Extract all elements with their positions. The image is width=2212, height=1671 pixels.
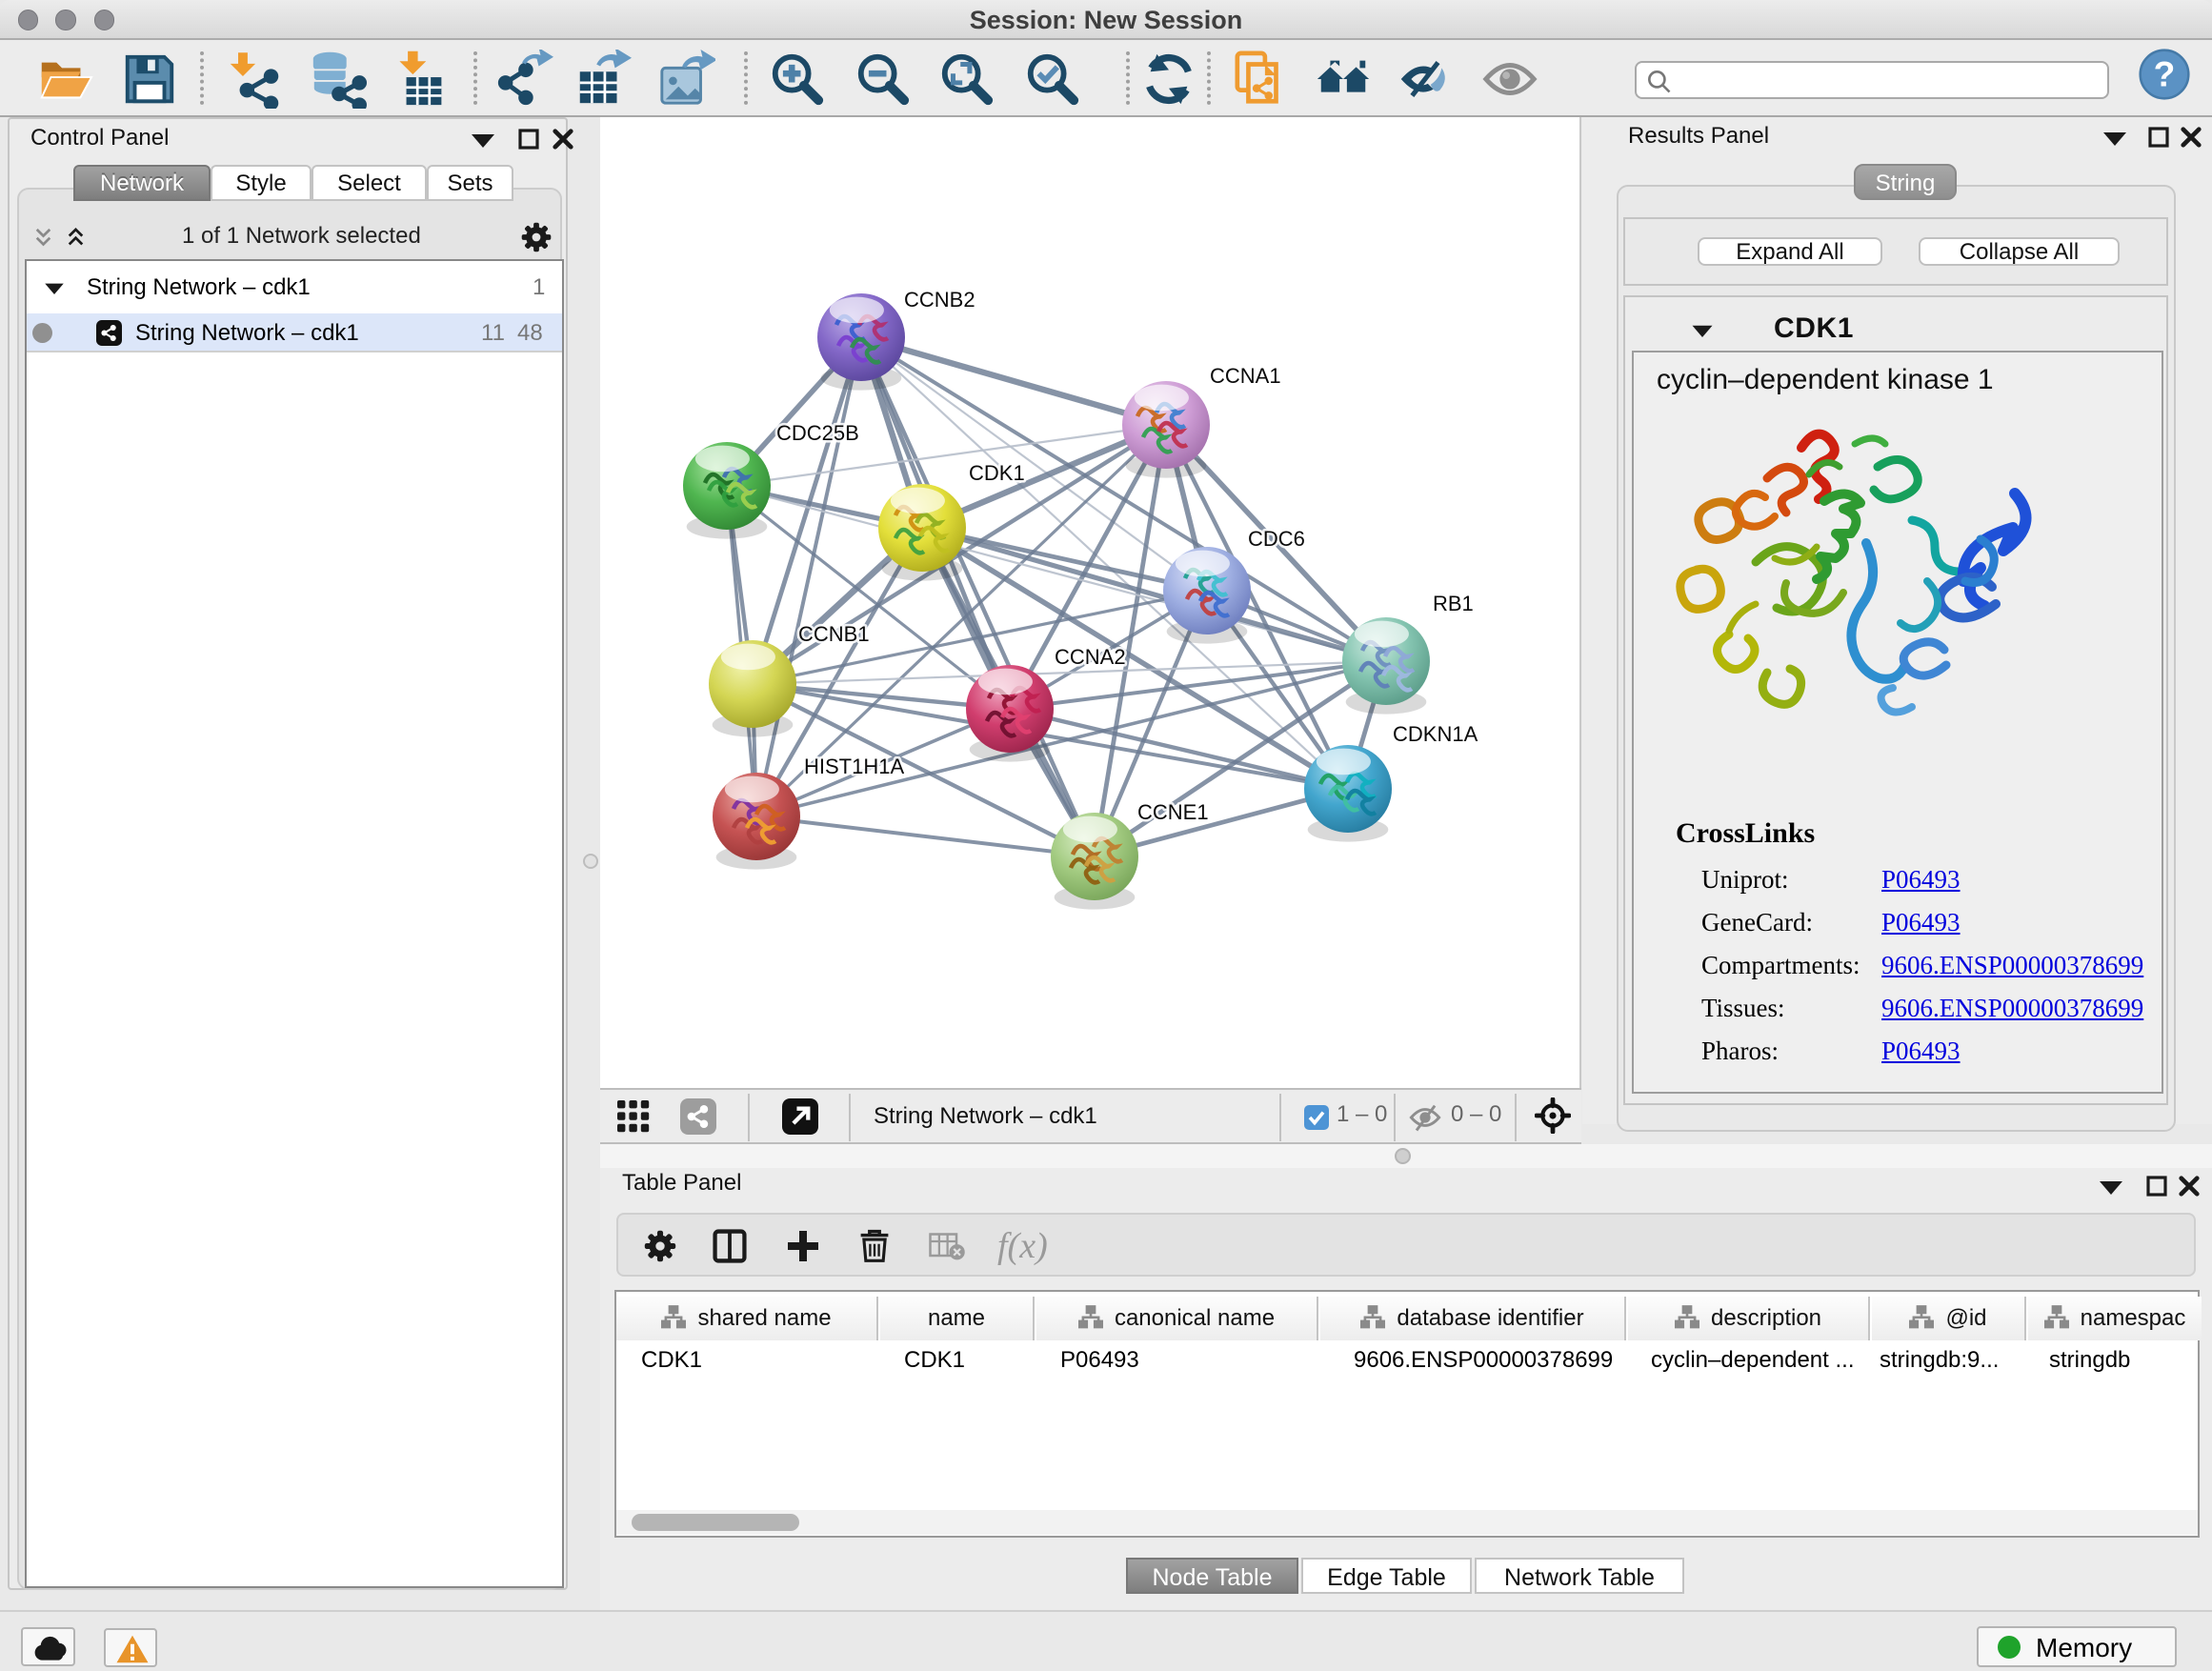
svg-text:HIST1H1A: HIST1H1A — [804, 755, 904, 778]
svg-text:?: ? — [2154, 54, 2176, 94]
svg-text:CDKN1A: CDKN1A — [1393, 722, 1478, 746]
svg-text:CDC6: CDC6 — [1248, 527, 1305, 551]
svg-text:CCNE1: CCNE1 — [1137, 800, 1209, 824]
svg-text:CDC25B: CDC25B — [776, 421, 859, 445]
svg-text:CDK1: CDK1 — [969, 461, 1025, 485]
svg-text:CCNA1: CCNA1 — [1210, 364, 1281, 388]
svg-text:CCNA2: CCNA2 — [1055, 645, 1126, 669]
svg-text:CCNB1: CCNB1 — [798, 622, 870, 646]
svg-text:RB1: RB1 — [1433, 592, 1474, 615]
svg-text:CCNB2: CCNB2 — [904, 288, 975, 312]
